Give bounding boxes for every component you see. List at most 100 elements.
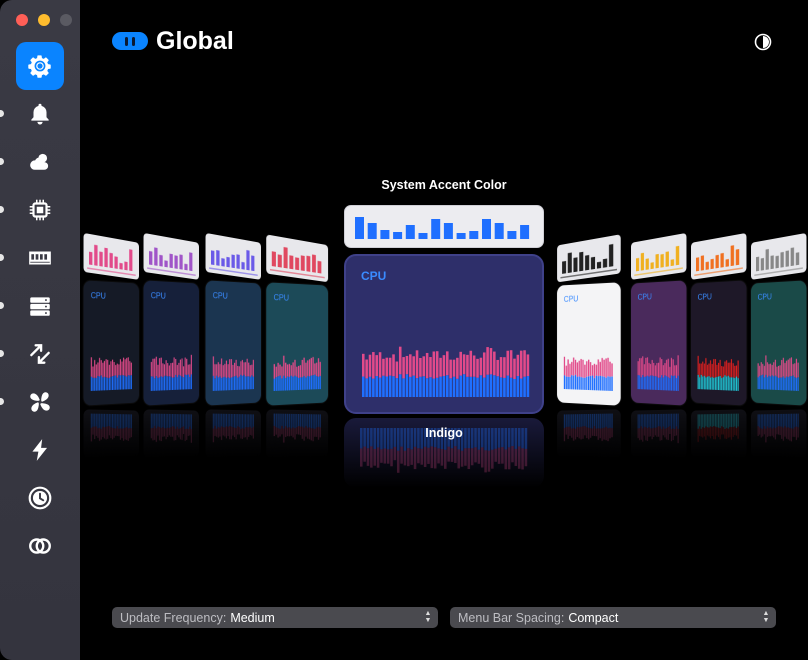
reflect-bar (241, 427, 243, 440)
cpu-bar-user (646, 357, 648, 376)
close-window-button[interactable] (16, 14, 28, 26)
cpu-bar-system (221, 378, 223, 391)
cpu-bar-system (392, 376, 395, 397)
cpu-bar-system (108, 377, 110, 391)
theme-card-right-3[interactable]: CPU (751, 280, 807, 406)
sidebar-item-battery[interactable] (16, 426, 64, 474)
cpu-graph (90, 357, 132, 391)
sidebar-item-network[interactable] (16, 330, 64, 378)
cpu-bar-user (100, 360, 102, 376)
menu-bar-bar (705, 261, 709, 270)
menu-bar-bar (271, 251, 276, 267)
minimize-window-button[interactable] (38, 14, 50, 26)
cpu-bar-user (172, 362, 174, 379)
cpu-bar-user (700, 363, 702, 375)
reflect-bar (319, 427, 321, 438)
reflect-bar (187, 414, 189, 430)
reflect-bar (642, 414, 644, 429)
cpu-bar-user (792, 364, 794, 376)
menu-bar-underline (269, 268, 325, 279)
cpu-bar-system (582, 377, 584, 390)
reflect-bar (246, 427, 248, 440)
reflect-bar (179, 428, 181, 440)
cpu-bar-system (654, 376, 656, 390)
cpu-bar-user (760, 362, 762, 376)
reflect-bar (721, 413, 723, 427)
menu-bar-spacing-select[interactable]: Menu Bar Spacing: Compact ▲ ▼ (450, 607, 776, 628)
reflect-bar (273, 413, 276, 426)
sidebar-item-cpu[interactable] (16, 186, 64, 234)
reflect-bar (702, 414, 704, 428)
reflect-bar (711, 414, 713, 427)
appearance-toggle-icon[interactable] (754, 33, 772, 51)
theme-card-left-2[interactable]: CPU (205, 280, 261, 406)
cpu-bar-user (650, 363, 652, 376)
cpu-bar-system (275, 377, 277, 391)
cpu-bar-user (662, 365, 664, 378)
cpu-bar-user (653, 362, 655, 377)
reflect-bar (393, 446, 397, 461)
theme-card-right-0[interactable]: CPU (557, 282, 621, 406)
reflect-bar (386, 449, 390, 464)
sidebar-item-about[interactable] (16, 522, 64, 570)
menu-bar-bar (675, 245, 680, 266)
cpu-bar-system (378, 377, 382, 397)
cpu-bar-system (312, 375, 314, 390)
cpu-bar-system (245, 376, 247, 390)
cpu-bar-user (640, 358, 642, 378)
sidebar-item-time[interactable] (16, 474, 64, 522)
reflect-bar (639, 414, 641, 429)
cpu-bar-system (675, 378, 678, 391)
cpu-bar-user (714, 359, 716, 378)
reflect-bar (667, 413, 669, 428)
theme-carousel[interactable]: System Accent Color CPU Indigo CPU CPU CPU… (80, 60, 808, 580)
cpu-bar-user (425, 352, 429, 379)
sidebar-item-weather[interactable] (16, 138, 64, 186)
cpu-bar-user (154, 358, 156, 379)
sidebar-item-notifications[interactable] (16, 90, 64, 138)
cloud-sun-icon (30, 153, 49, 170)
clock-icon (28, 486, 52, 510)
cpu-bar-system (365, 378, 368, 397)
cpu-bar-system (611, 376, 613, 392)
reflect-bar (726, 427, 728, 440)
reflect-bar (697, 414, 699, 429)
reflect-bar (112, 414, 114, 429)
sidebar-item-general[interactable] (16, 42, 64, 90)
cpu-bar-system (179, 375, 181, 390)
reflect-bar (454, 446, 457, 463)
reflect-bar (222, 413, 224, 428)
sidebar-item-fans[interactable] (16, 378, 64, 426)
cpu-bar-system (292, 376, 294, 391)
reflect-bar (727, 413, 729, 429)
theme-card-selected[interactable]: CPU (344, 254, 544, 414)
cpu-bar-user (130, 362, 132, 376)
zoom-window-button[interactable] (60, 14, 72, 26)
sidebar-item-memory[interactable] (16, 234, 64, 282)
menu-bar-bars (560, 244, 617, 279)
update-frequency-select[interactable]: Update Frequency: Medium ▲ ▼ (112, 607, 438, 628)
reflect-bar (95, 426, 97, 436)
cpu-bar-user (724, 361, 726, 376)
reflect-bar (664, 428, 666, 438)
sidebar-item-disk[interactable] (16, 282, 64, 330)
reflect-bar (565, 427, 567, 435)
cpu-bar-system (234, 376, 236, 391)
reflect-bar (299, 426, 302, 436)
theme-card-right-2[interactable]: CPU (691, 280, 747, 406)
cpu-bar-system (415, 378, 419, 397)
reflect-bar (661, 428, 663, 441)
cpu-bar-system (398, 374, 402, 397)
theme-card-left-3[interactable]: CPU (266, 282, 329, 406)
menu-bar-bar (393, 232, 403, 239)
theme-card-left-1[interactable]: CPU (143, 280, 199, 406)
reflect-bar (789, 413, 791, 429)
theme-card-reflection (83, 409, 139, 459)
reflect-bar (714, 414, 716, 427)
theme-card-left-0[interactable]: CPU (83, 280, 139, 406)
reflect-bar (275, 413, 277, 428)
cpu-bar-user (699, 363, 701, 378)
theme-card-right-1[interactable]: CPU (631, 280, 687, 406)
reflect-bar (127, 414, 129, 429)
reflect-bar (497, 447, 501, 464)
